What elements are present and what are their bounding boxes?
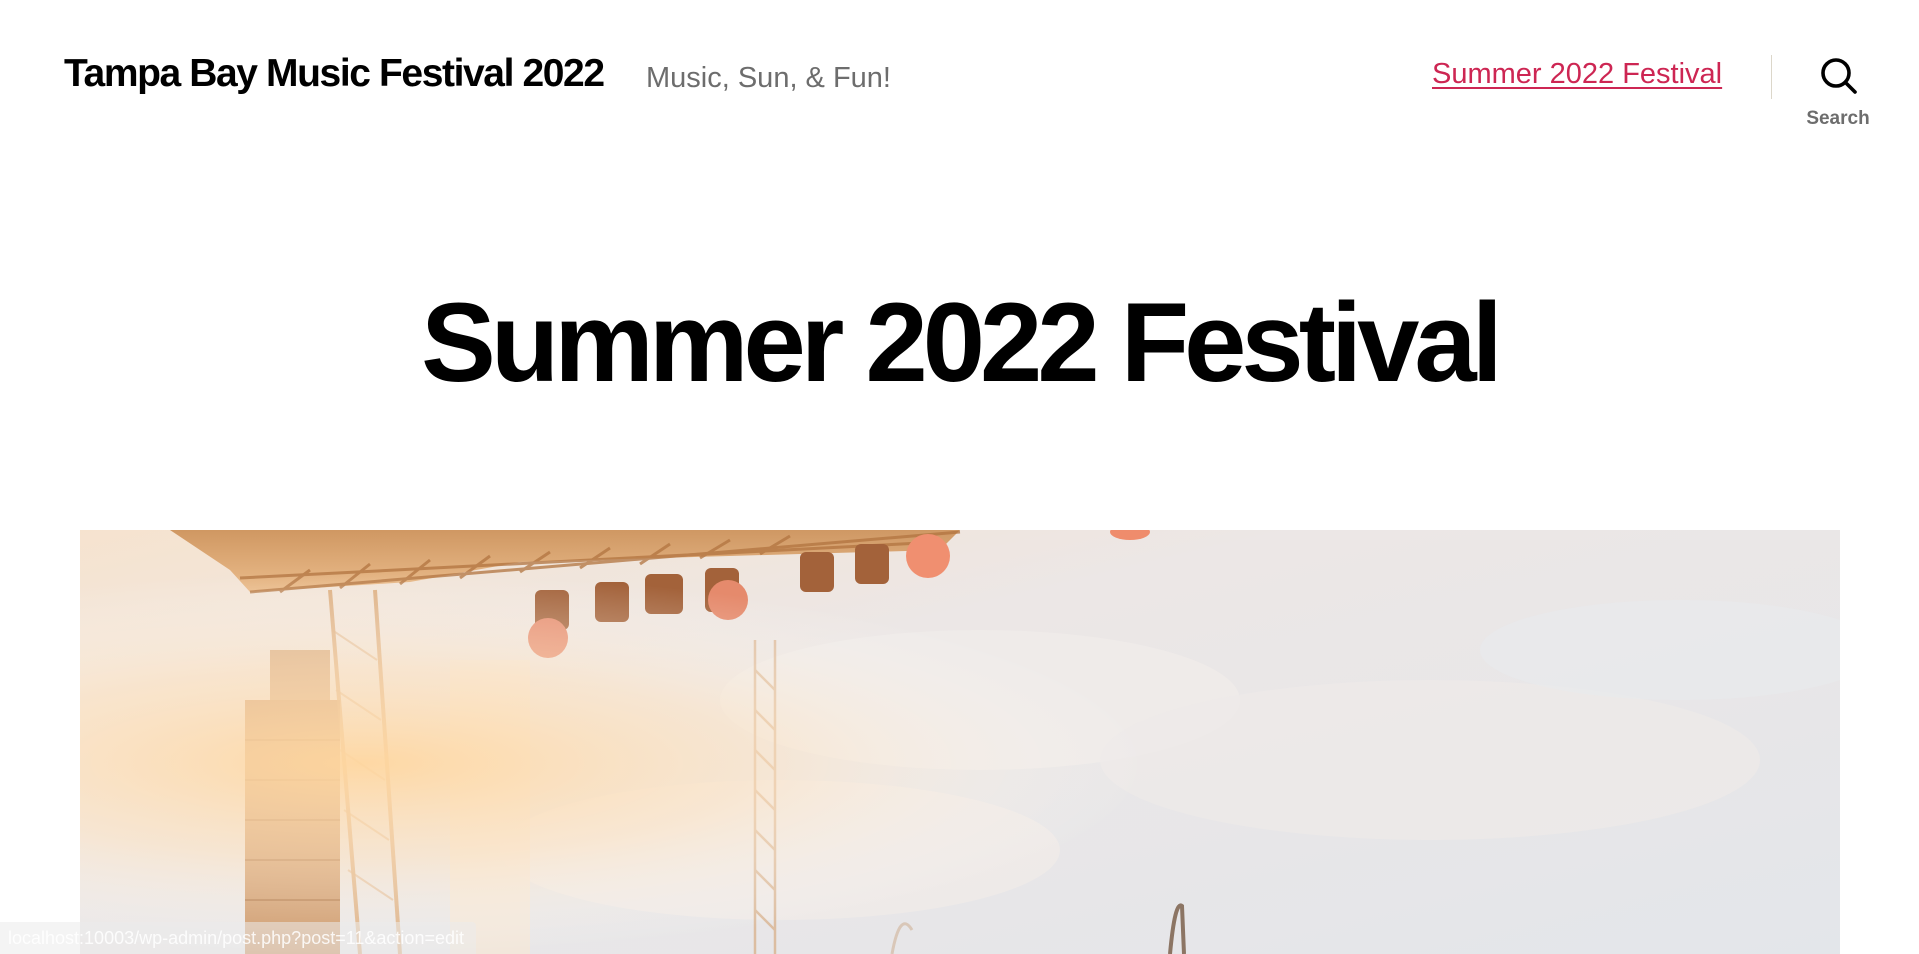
search-label: Search [1806, 108, 1870, 129]
featured-image [80, 530, 1840, 954]
site-header: Tampa Bay Music Festival 2022 Music, Sun… [0, 0, 1919, 150]
site-description: Music, Sun, & Fun! [646, 62, 891, 94]
menu-item-summer-2022-festival[interactable]: Summer 2022 Festival [1432, 58, 1722, 91]
page: Tampa Bay Music Festival 2022 Music, Sun… [0, 0, 1919, 954]
search-icon [1821, 58, 1857, 94]
browser-status-bar: localhost:10003/wp-admin/post.php?post=1… [0, 922, 476, 954]
search-toggle-button[interactable]: Search [1798, 52, 1878, 136]
entry-title: Summer 2022 Festival [421, 280, 1503, 405]
festival-stage-photo [80, 530, 1840, 954]
header-divider [1771, 55, 1772, 99]
site-title-link[interactable]: Tampa Bay Music Festival 2022 [64, 52, 605, 96]
